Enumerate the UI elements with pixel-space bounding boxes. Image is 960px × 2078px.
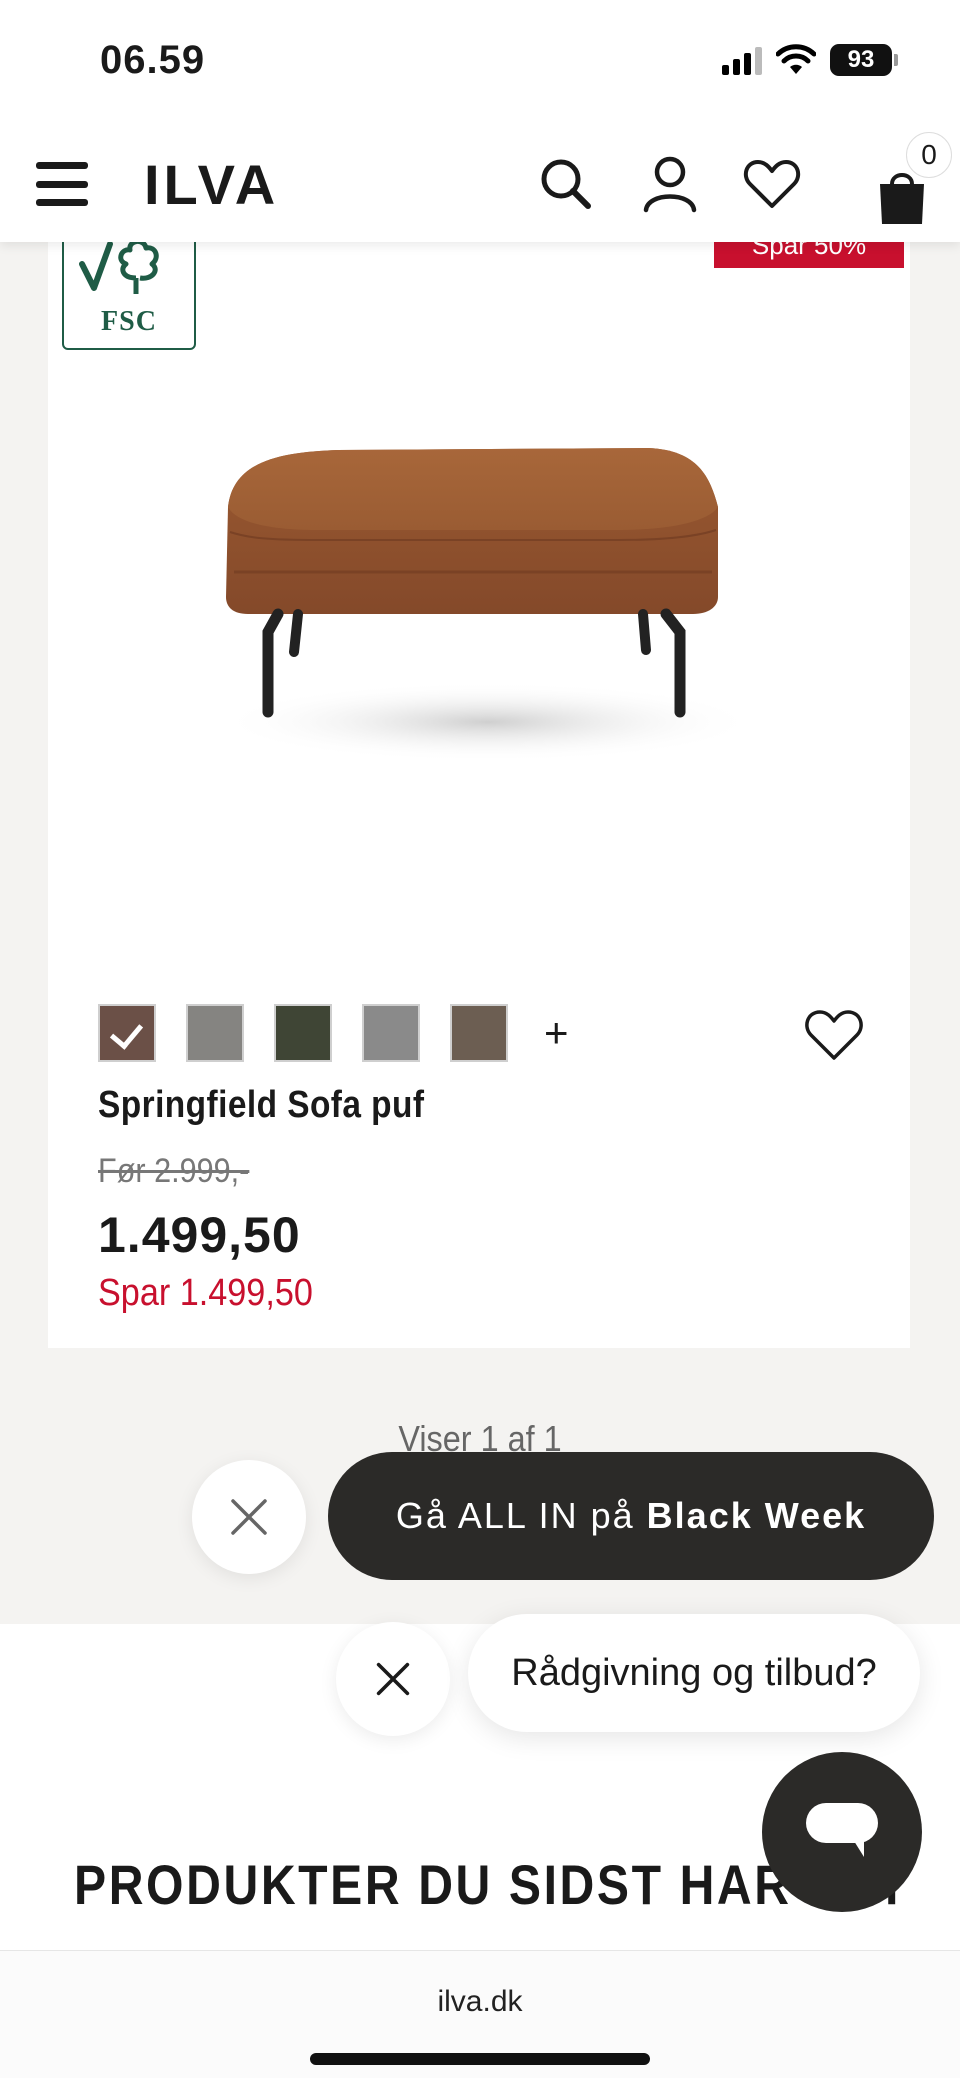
fsc-label: FSC xyxy=(101,306,157,337)
swatch-option[interactable] xyxy=(186,1004,244,1062)
chat-prompt-bubble[interactable]: Rådgivning og tilbud? xyxy=(468,1614,920,1732)
wishlist-icon[interactable] xyxy=(740,152,804,216)
sale-badge: Spar 50% xyxy=(714,242,904,268)
close-chat-prompt-button[interactable] xyxy=(336,1622,450,1736)
cellular-signal-icon xyxy=(722,45,762,75)
wifi-icon xyxy=(776,44,816,74)
browser-url-bar[interactable]: ilva.dk xyxy=(0,1950,960,2078)
cart-count-badge: 0 xyxy=(906,132,952,178)
site-header: ILVA 0 xyxy=(0,128,960,242)
product-card[interactable]: FSC Spar 50% + Springfield Sofa puf Før … xyxy=(48,222,910,1348)
chat-launcher-button[interactable] xyxy=(762,1752,922,1912)
product-name[interactable]: Springfield Sofa puf xyxy=(98,1084,424,1127)
status-time: 06.59 xyxy=(100,38,206,82)
close-promo-button[interactable] xyxy=(192,1460,306,1574)
chat-bubble-icon xyxy=(806,1803,878,1857)
old-price: Før 2.999,- xyxy=(98,1152,250,1190)
swatch-option[interactable] xyxy=(450,1004,508,1062)
home-indicator[interactable] xyxy=(310,2053,650,2065)
more-swatches-button[interactable]: + xyxy=(544,1009,569,1057)
account-icon[interactable] xyxy=(638,152,702,216)
cart-button[interactable]: 0 xyxy=(868,132,960,232)
black-week-promo-button[interactable]: Gå ALL IN på Black Week xyxy=(328,1452,934,1580)
hamburger-menu-icon[interactable] xyxy=(36,162,88,206)
status-icons: 93 xyxy=(722,44,898,76)
product-image-ottoman[interactable] xyxy=(188,382,768,782)
url-text[interactable]: ilva.dk xyxy=(0,1985,960,2019)
close-icon xyxy=(231,1499,267,1535)
promo-highlight: Black Week xyxy=(646,1495,867,1536)
battery-icon: 93 xyxy=(830,44,898,76)
add-to-wishlist-heart-icon[interactable] xyxy=(802,1006,866,1064)
search-icon[interactable] xyxy=(534,152,598,216)
color-swatches: + xyxy=(98,1004,569,1062)
savings-text: Spar 1.499,50 xyxy=(98,1272,313,1314)
ilva-logo[interactable]: ILVA xyxy=(144,152,279,217)
swatch-option[interactable] xyxy=(362,1004,420,1062)
swatch-option[interactable] xyxy=(98,1004,156,1062)
status-bar: 06.59 93 xyxy=(0,0,960,128)
promo-prefix: Gå ALL IN på xyxy=(395,1495,635,1536)
current-price: 1.499,50 xyxy=(98,1207,301,1263)
close-icon xyxy=(376,1662,410,1696)
swatch-option[interactable] xyxy=(274,1004,332,1062)
